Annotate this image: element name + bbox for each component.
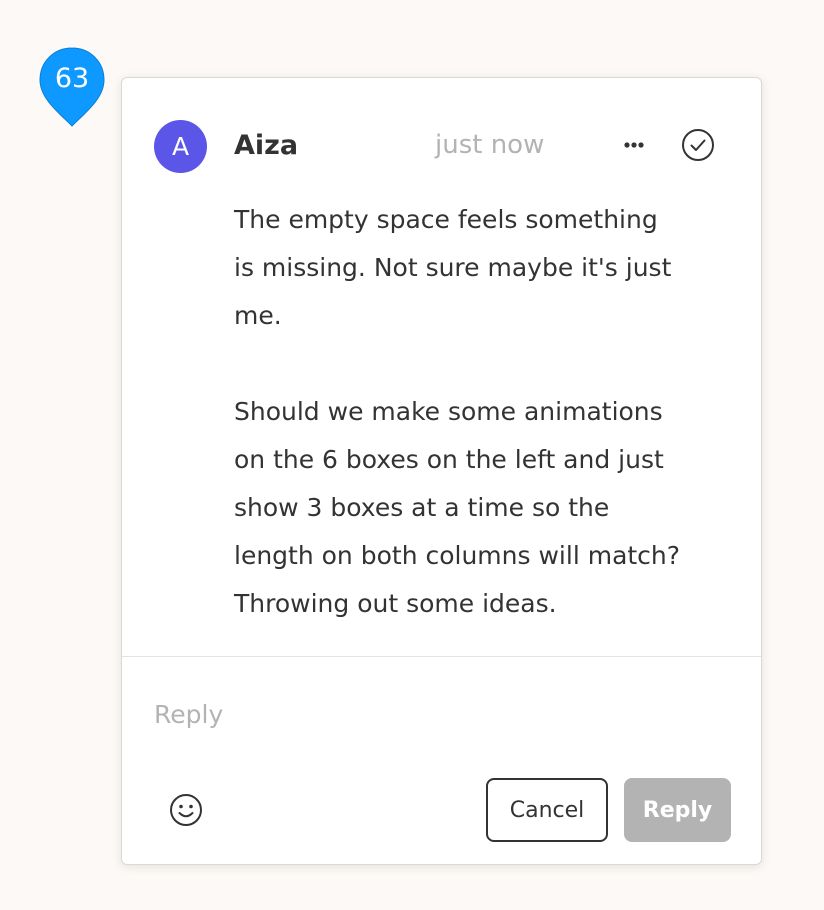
reply-button[interactable]: Reply bbox=[624, 778, 731, 842]
comment-pin[interactable]: 63 bbox=[38, 46, 106, 130]
cancel-button[interactable]: Cancel bbox=[486, 778, 608, 842]
resolve-button[interactable] bbox=[680, 127, 716, 163]
comment-paragraph: Should we make some animations on the 6 … bbox=[234, 397, 681, 618]
comment-author: Aiza bbox=[234, 130, 299, 161]
comment-timestamp: just now bbox=[435, 130, 545, 160]
check-circle-icon bbox=[682, 129, 714, 161]
avatar: A bbox=[154, 120, 207, 173]
comment-body: The empty space feels something is missi… bbox=[234, 196, 684, 628]
comment-paragraph: The empty space feels something is missi… bbox=[234, 205, 672, 330]
divider bbox=[122, 656, 761, 657]
reply-input[interactable] bbox=[154, 692, 714, 736]
more-options-button[interactable] bbox=[616, 128, 652, 162]
smiley-icon bbox=[170, 794, 202, 826]
more-horizontal-icon bbox=[624, 142, 644, 148]
canvas: 63 A Aiza just now The empty space feels… bbox=[0, 0, 824, 910]
emoji-button[interactable] bbox=[168, 792, 204, 828]
comment-card: A Aiza just now The empty space feels so… bbox=[121, 77, 762, 865]
pin-count: 63 bbox=[54, 63, 90, 94]
